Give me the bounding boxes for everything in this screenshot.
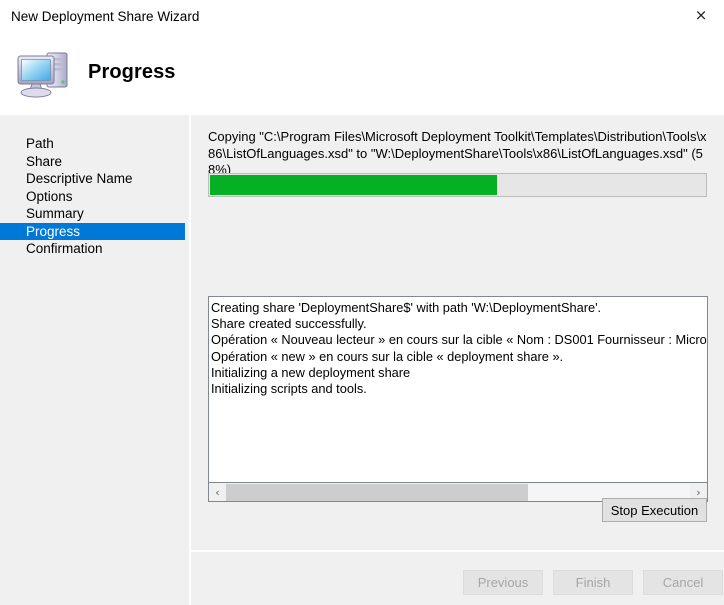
- sidebar-item-summary[interactable]: Summary: [0, 205, 185, 222]
- log-line: Share created successfully.: [211, 316, 367, 332]
- title-bar: New Deployment Share Wizard ×: [0, 0, 724, 34]
- window-title: New Deployment Share Wizard: [11, 9, 200, 24]
- close-button[interactable]: ×: [678, 0, 724, 31]
- sidebar-item-path[interactable]: Path: [0, 135, 185, 152]
- progress-bar: [208, 173, 707, 197]
- close-icon: ×: [694, 6, 708, 24]
- cancel-button[interactable]: Cancel: [643, 570, 723, 595]
- sidebar-item-options[interactable]: Options: [0, 188, 185, 205]
- page-title: Progress: [88, 61, 176, 83]
- previous-button[interactable]: Previous: [463, 570, 543, 595]
- computer-icon: [14, 45, 76, 101]
- wizard-window: New Deployment Share Wizard × Progress P…: [0, 0, 724, 605]
- main-panel: Copying "C:\Program Files\Microsoft Depl…: [191, 115, 724, 550]
- copy-status-text: Copying "C:\Program Files\Microsoft Depl…: [208, 129, 707, 177]
- progress-bar-fill: [210, 175, 498, 195]
- scroll-left-icon[interactable]: ‹: [209, 484, 226, 501]
- log-line: Opération « new » en cours sur la cible …: [211, 348, 564, 364]
- sidebar-item-progress[interactable]: Progress: [0, 222, 185, 240]
- wizard-header: Progress: [0, 34, 724, 115]
- log-line: Creating share 'DeploymentShare$' with p…: [211, 300, 602, 315]
- log-line: Initializing scripts and tools.: [211, 381, 367, 397]
- sidebar-item-share[interactable]: Share: [0, 153, 185, 170]
- step-list: Path Share Descriptive Name Options Summ…: [0, 135, 185, 258]
- footer-bar: Previous Finish Cancel: [191, 552, 724, 605]
- log-line: Initializing a new deployment share: [211, 364, 411, 380]
- sidebar-item-descriptive-name[interactable]: Descriptive Name: [0, 170, 185, 187]
- finish-button[interactable]: Finish: [553, 570, 633, 595]
- log-line-list: Creating share 'DeploymentShare$' with p…: [211, 300, 707, 397]
- log-output-box[interactable]: Creating share 'DeploymentShare$' with p…: [208, 296, 708, 483]
- stop-execution-button[interactable]: Stop Execution: [602, 498, 707, 522]
- sidebar-item-confirmation[interactable]: Confirmation: [0, 240, 185, 257]
- scrollbar-thumb[interactable]: [226, 483, 528, 501]
- wizard-steps-sidebar: Path Share Descriptive Name Options Summ…: [0, 115, 189, 605]
- log-line: Opération « Nouveau lecteur » en cours s…: [211, 332, 707, 348]
